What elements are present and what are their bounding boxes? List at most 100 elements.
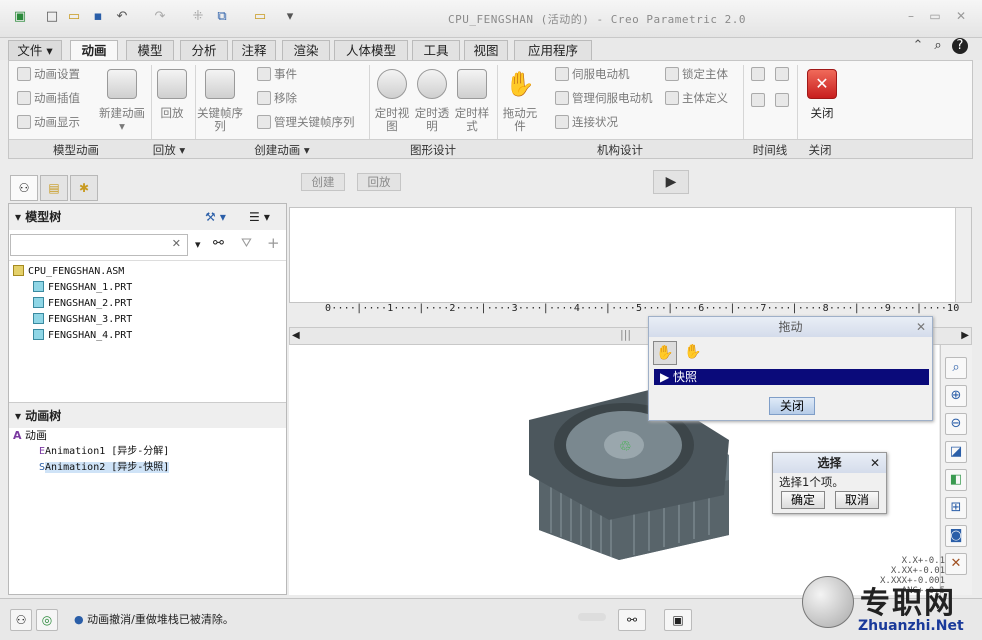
zoom-in-icon[interactable]: ⊕ [945,385,967,407]
drag-hand-icon[interactable]: ✋ [505,69,535,99]
connection-status-button[interactable]: 连接状况 [555,115,618,129]
tree-search-input[interactable]: ✕ [10,234,188,256]
toggle-navigator-icon[interactable]: ⚇ [10,609,32,631]
drag-close-button[interactable]: 关闭 [769,397,815,415]
timeline-vscroll[interactable] [955,208,971,302]
clear-search-icon[interactable]: ✕ [172,237,181,250]
animation-display-button[interactable]: 动画显示 [17,115,80,129]
scroll-right-icon[interactable]: ▶ [961,330,969,341]
new-animation-button[interactable]: 新建动画 ▾ [97,107,147,133]
help-icon[interactable]: ? [952,38,968,54]
zoom-time-fit-icon[interactable] [751,93,765,107]
manage-servo-button[interactable]: 管理伺服电动机 [555,91,653,105]
point-drag-icon[interactable]: ✋ [653,341,677,365]
cancel-button[interactable]: 取消 [835,491,879,509]
tree-item-asm[interactable]: CPU_FENGSHAN.ASM [13,264,124,280]
selection-filter-icon[interactable]: ▣ [664,609,692,631]
save-icon[interactable]: ▪ [90,9,106,25]
play-icon[interactable]: ▶ [653,170,689,194]
timed-transparency-icon[interactable] [417,69,447,99]
tab-file[interactable]: 文件 ▾ [8,40,62,60]
camera-view-icon[interactable]: ◙ [945,525,967,547]
display-style-icon[interactable]: ◧ [945,469,967,491]
timed-transparency-button[interactable]: 定时透明 [411,107,453,133]
camera-icon[interactable] [107,69,137,99]
timed-view-icon[interactable] [377,69,407,99]
timeline-area[interactable] [289,207,972,303]
tree-item-part[interactable]: FENGSHAN_2.PRT [33,296,132,312]
anim-tree-item[interactable]: EAnimation1 [异步-分解] [39,444,169,460]
regenerate-icon[interactable]: ⁜ [190,9,206,25]
windows-icon[interactable]: ⧉ [214,9,230,25]
animation-settings-button[interactable]: 动画设置 [17,67,80,81]
playback-button[interactable]: 回放 [151,107,193,120]
tree-filter-icon[interactable]: ☰ ▾ [249,204,270,230]
zoom-time-in-icon[interactable] [751,67,765,81]
body-drag-icon[interactable]: ✋ [681,341,705,365]
servo-motor-button[interactable]: 伺服电动机 [555,67,630,81]
keyframe-sequence-button[interactable]: 关键帧序列 [197,107,243,133]
favorites-tab[interactable]: ✱ [70,175,98,201]
playback-icon[interactable] [157,69,187,99]
model-tree-tab[interactable]: ⚇ [10,175,38,201]
drag-dialog-close-icon[interactable]: ✕ [916,317,926,337]
tab-annotate[interactable]: 注释 [232,40,276,60]
browser-icon[interactable]: ◎ [36,609,58,631]
scroll-left-icon[interactable]: ◀ [292,330,300,341]
folder-browser-tab[interactable]: ▤ [40,175,68,201]
collapse-ribbon-icon[interactable]: ⌃ [910,38,926,54]
find-icon[interactable]: ⚯ [618,609,646,631]
animation-interpolation-button[interactable]: 动画插值 [17,91,80,105]
playback-small-button[interactable]: 回放 [357,173,401,191]
keyframe-icon[interactable] [205,69,235,99]
close-button[interactable]: 关闭 [801,107,843,120]
anim-tree-root[interactable]: A 动画 [13,428,47,444]
undo-icon[interactable]: ↶ [114,9,130,25]
tab-animation[interactable]: 动画 [70,40,118,61]
create-button[interactable]: 创建 [301,173,345,191]
body-definition-button[interactable]: 主体定义 [665,91,728,105]
binoculars-icon[interactable]: ⚯ [213,236,224,251]
group-playback[interactable]: 回放 ▾ [143,142,195,158]
close-window-button-icon[interactable]: ✕ [952,8,970,24]
tree-settings-icon[interactable]: ⚒ ▾ [205,204,226,230]
saved-views-icon[interactable]: ⊞ [945,497,967,519]
snapshot-expander[interactable]: ▶ 快照 [654,369,929,385]
customize-qat-icon[interactable]: ▾ [282,9,298,25]
open-folder-icon[interactable]: ▭ [66,9,82,25]
scroll-grip-icon[interactable]: ||| [620,328,631,341]
event-button[interactable]: 事件 [257,67,297,81]
search-dropdown-icon[interactable]: ▾ [195,238,201,251]
minimize-icon[interactable]: – [902,8,920,24]
zoom-out-icon[interactable]: ⊖ [945,413,967,435]
search-icon[interactable]: ⌕ [930,38,946,54]
new-file-icon[interactable]: □ [44,9,60,25]
tree-item-part[interactable]: FENGSHAN_3.PRT [33,312,132,328]
timed-view-button[interactable]: 定时视图 [371,107,413,133]
tab-tools[interactable]: 工具 [412,40,460,60]
ok-button[interactable]: 确定 [781,491,825,509]
animation-tree-header[interactable]: ▾ 动画树 [9,402,286,428]
tab-render[interactable]: 渲染 [282,40,330,60]
redo-icon[interactable]: ↷ [152,9,168,25]
tab-applications[interactable]: 应用程序 [514,40,592,60]
group-create-animation[interactable]: 创建动画 ▾ [195,142,369,158]
drag-component-button[interactable]: 拖动元件 [499,107,541,133]
add-icon[interactable]: + [267,234,280,252]
datum-display-icon[interactable]: ✕ [945,553,967,575]
remove-button[interactable]: 移除 [257,91,297,105]
refit-icon[interactable]: ⌕ [945,357,967,379]
timed-style-button[interactable]: 定时样式 [451,107,493,133]
tab-view[interactable]: 视图 [464,40,508,60]
close-window-icon[interactable]: ▭ [252,9,268,25]
tree-item-part[interactable]: FENGSHAN_1.PRT [33,280,132,296]
timed-style-icon[interactable] [457,69,487,99]
model-tree-header[interactable]: ▾ 模型树 ⚒ ▾ ☰ ▾ [9,204,286,230]
tab-analysis[interactable]: 分析 [180,40,228,60]
tab-manikin[interactable]: 人体模型 [334,40,408,60]
timeline-range-icon[interactable] [775,93,789,107]
lock-body-button[interactable]: 锁定主体 [665,67,728,81]
tab-model[interactable]: 模型 [126,40,174,60]
repaint-icon[interactable]: ◪ [945,441,967,463]
manage-keyframe-button[interactable]: 管理关键帧序列 [257,115,355,129]
